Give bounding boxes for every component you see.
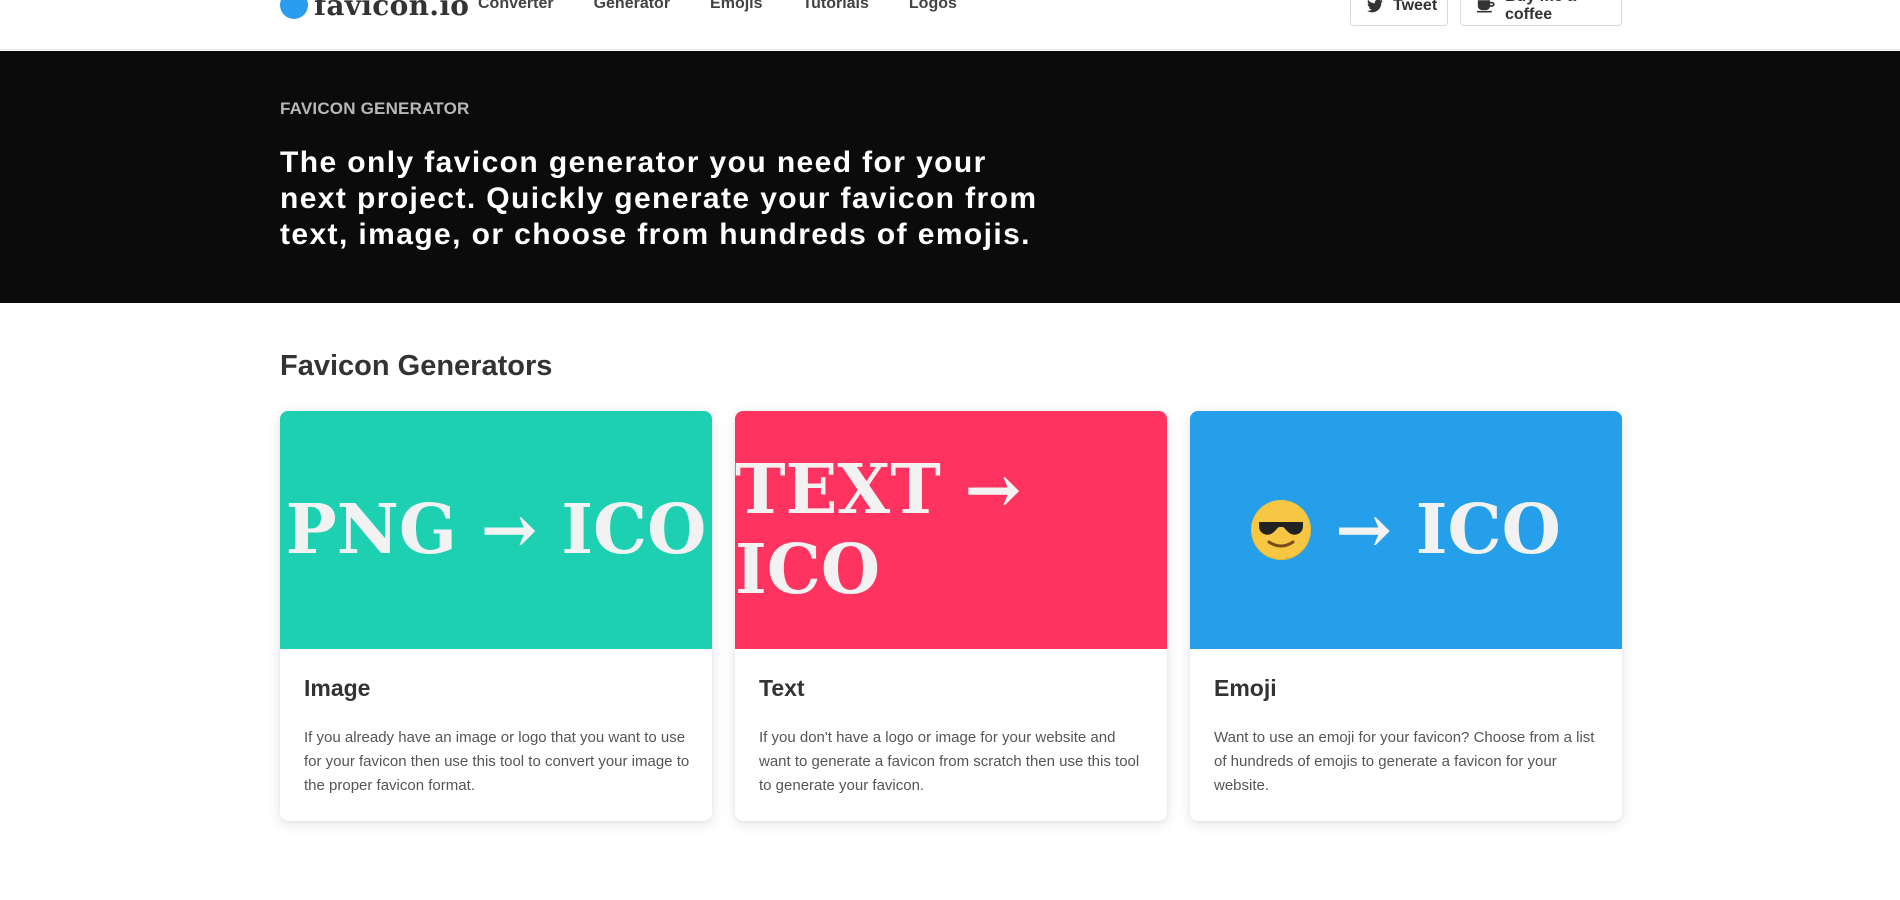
card-image-generator[interactable]: PNG → ICO Image If you already have an i… [280,411,712,821]
nav-link-emojis[interactable]: Emojis [710,0,762,13]
top-navbar: favicon.io Converter Generator Emojis Tu… [0,0,1900,50]
buy-me-a-coffee-button[interactable]: Buy me a coffee [1460,0,1622,26]
card-banner-text: TEXT → ICO [735,450,1022,610]
card-banner-png-to-ico: PNG → ICO [280,411,712,649]
card-banner-text: PNG → ICO [285,490,707,570]
nav-link-generator[interactable]: Generator [594,0,670,13]
nav-link-converter[interactable]: Converter [478,0,554,13]
twitter-icon [1367,0,1383,13]
generator-cards: PNG → ICO Image If you already have an i… [280,411,1622,821]
card-emoji-generator[interactable]: → ICO Emoji Want to use an emoji for you… [1190,411,1622,821]
hero-headline: The only favicon generator you need for … [280,146,1038,251]
sunglasses-face-emoji-icon [1251,500,1312,560]
nav-links: Converter Generator Emojis Tutorials Log… [478,0,997,13]
card-banner-emoji-to-ico: → ICO [1190,411,1622,649]
hero-eyebrow: FAVICON GENERATOR [280,99,470,118]
tweet-button[interactable]: Tweet [1350,0,1448,26]
brand-logo-link[interactable]: favicon.io [280,0,469,22]
card-description: Want to use an emoji for your favicon? C… [1214,729,1595,794]
card-title: Text [759,675,805,701]
card-title: Image [304,675,371,701]
card-title: Emoji [1214,675,1277,701]
coffee-label: Buy me a coffee [1505,0,1576,23]
nav-link-tutorials[interactable]: Tutorials [803,0,869,13]
hero-banner: FAVICON GENERATOR The only favicon gener… [0,51,1900,303]
section-title: Favicon Generators [280,350,553,382]
card-description: If you already have an image or logo tha… [304,729,690,794]
card-text-generator[interactable]: TEXT → ICO Text If you don't have a logo… [735,411,1167,821]
nav-link-logos[interactable]: Logos [909,0,957,13]
brand-circle-icon [280,0,308,19]
brand-name: favicon.io [314,0,470,22]
tweet-label: Tweet [1393,0,1438,14]
card-banner-text-to-ico: TEXT → ICO [735,411,1167,649]
coffee-cup-icon [1477,0,1495,13]
card-banner-text: → ICO [1335,490,1561,570]
card-description: If you don't have a logo or image for yo… [759,729,1140,794]
